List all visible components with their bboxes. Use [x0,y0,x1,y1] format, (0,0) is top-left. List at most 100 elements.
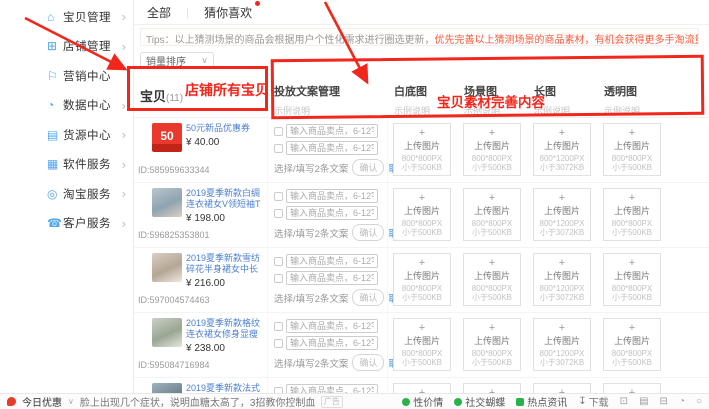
product-title-link[interactable]: 2019夏季新款法式复古连衣裙女中长款收腰显瘦 [186,383,265,393]
selling-point-input[interactable] [286,124,378,138]
upload-image-button[interactable]: + 上传图片 800*1200PX 小于3072KB [533,383,591,393]
apps-icon: ▦ [47,157,63,171]
product-title-link[interactable]: 2019夏季新款格纹连衣裙女修身显瘦小众网红 [186,318,265,340]
upload-cell: + 上传图片 800*800PX 小于500KB [458,248,528,312]
product-title-link[interactable]: 2019夏季新款雪纺碎花半身裙女中长款显瘦极白 [186,253,265,275]
upload-image-button[interactable]: + 上传图片 800*800PX 小于500KB [603,253,661,306]
upload-limit-spec: 小于500KB [612,293,652,302]
upload-limit-spec: 小于3072KB [540,163,584,172]
tips-text: Tips：以上猜测场景的商品会根据用户个性化需求进行圈选更新， [146,35,435,46]
selling-point-input[interactable] [286,141,378,155]
upload-image-button[interactable]: + 上传图片 800*1200PX 小于3072KB [533,188,591,241]
upload-image-button[interactable]: + 上传图片 800*800PX 小于500KB [463,253,521,306]
history-icon[interactable]: ◔ [679,396,685,407]
checkbox[interactable] [274,127,283,136]
upload-cell: + 上传图片 800*800PX 小于500KB [598,118,668,182]
product-thumbnail[interactable] [152,318,182,347]
product-thumbnail[interactable] [152,253,182,282]
upload-image-button[interactable]: + 上传图片 800*800PX 小于500KB [603,383,661,393]
confirm-button[interactable]: 确认 [352,224,384,241]
upload-image-button[interactable]: + 上传图片 800*1200PX 小于3072KB [533,253,591,306]
checkbox[interactable] [274,192,283,201]
sidebar: ⌂ 宝贝管理 › ⊞ 店铺管理 › ⚐ 营销中心 ◔ 数据中心 › ▤ 货源中心… [38,0,134,393]
target-icon: ◎ [47,187,63,201]
screenshot-icon[interactable]: ⊡ [620,396,628,407]
tab-all[interactable]: 全部 [147,4,171,21]
news-ticker[interactable]: 脸上出现几个症状，说明血糖太高了，3招教你控制血糖 [80,394,315,409]
selling-point-input[interactable] [286,319,378,333]
product-thumbnail[interactable] [152,188,182,217]
upload-image-button[interactable]: + 上传图片 800*800PX 小于500KB [603,318,661,371]
sidebar-item-label: 货源中心 [63,127,122,143]
checkbox[interactable] [274,274,283,283]
confirm-button[interactable]: 确认 [352,159,384,176]
upload-limit-spec: 小于500KB [402,293,442,302]
upload-size-spec: 800*800PX [402,154,442,163]
upload-image-button[interactable]: + 上传图片 800*800PX 小于500KB [393,123,451,176]
checkbox[interactable] [274,144,283,153]
checkbox[interactable] [274,257,283,266]
upload-size-spec: 800*800PX [402,284,442,293]
sidebar-item-taobao-services[interactable]: ◎ 淘宝服务 › [38,179,133,209]
apps-grid-icon[interactable]: ▤ [639,396,648,407]
upload-image-button[interactable]: + 上传图片 800*800PX 小于500KB [463,188,521,241]
minimize-icon[interactable]: ⊟ [660,396,668,407]
plus-icon: + [419,128,425,138]
bottom-bar-app[interactable]: 性价情 [402,394,443,409]
chevron-down-icon[interactable]: ∨ [68,397,74,406]
upload-image-button[interactable]: + 上传图片 800*800PX 小于500KB [393,253,451,306]
product-thumbnail[interactable]: 50 [152,123,182,152]
hot-deal-label[interactable]: 今日优惠 [22,394,62,409]
upload-limit-spec: 小于500KB [612,163,652,172]
sidebar-item-software-services[interactable]: ▦ 软件服务 › [38,150,133,180]
confirm-button[interactable]: 确认 [352,289,384,306]
upload-image-button[interactable]: + 上传图片 800*800PX 小于500KB [393,188,451,241]
upload-image-button[interactable]: + 上传图片 800*800PX 小于500KB [603,188,661,241]
upload-image-button[interactable]: + 上传图片 800*800PX 小于500KB [393,383,451,393]
bottom-bar-app[interactable]: 热点资讯 [516,394,567,409]
checkbox[interactable] [274,322,283,331]
upload-label: 上传图片 [614,269,650,282]
selling-point-row [274,336,387,350]
copy-hint: 选择/填写2条文案 [274,161,348,175]
upload-cell: + 上传图片 800*800PX 小于500KB [598,313,668,377]
upload-image-button[interactable]: + 上传图片 800*800PX 小于500KB [603,123,661,176]
sort-dropdown[interactable]: 销量排序 ∨ [140,52,214,69]
example-link[interactable]: 示例说明 [274,104,388,117]
circle-icon[interactable]: ○ [696,396,702,407]
download-button[interactable]: ↧ 下载 [578,394,608,409]
checkbox[interactable] [274,339,283,348]
upload-image-button[interactable]: + 上传图片 800*800PX 小于500KB [393,318,451,371]
product-title-link[interactable]: 50元新品优惠券 [186,123,250,134]
product-title-link[interactable]: 2019夏季新款白绸连衣裙女V领短袖T恤中长款 [186,188,265,210]
upload-image-button[interactable]: + 上传图片 800*800PX 小于500KB [463,123,521,176]
chevron-right-icon: › [122,186,126,201]
upload-image-button[interactable]: + 上传图片 800*800PX 小于500KB [463,383,521,393]
upload-image-button[interactable]: + 上传图片 800*1200PX 小于3072KB [533,318,591,371]
product-thumbnail[interactable] [152,383,182,393]
selling-point-input[interactable] [286,336,378,350]
sidebar-item-marketing-center[interactable]: ⚐ 营销中心 [38,61,133,91]
upload-image-button[interactable]: + 上传图片 800*1200PX 小于3072KB [533,123,591,176]
bottom-bar-app[interactable]: 社交蝴蝶 [454,394,505,409]
selling-point-input[interactable] [286,271,378,285]
sidebar-item-customer-services[interactable]: ☎ 客户服务 › [38,209,133,239]
checkbox[interactable] [274,209,283,218]
selling-point-input[interactable] [286,384,378,393]
upload-size-spec: 800*800PX [612,219,652,228]
selling-point-input[interactable] [286,206,378,220]
sidebar-item-product-management[interactable]: ⌂ 宝贝管理 › [38,2,133,32]
sidebar-item-data-center[interactable]: ◔ 数据中心 › [38,91,133,121]
upload-limit-spec: 小于500KB [472,228,512,237]
confirm-button[interactable]: 确认 [352,354,384,371]
tab-guess-you-like[interactable]: 猜你喜欢 [204,4,252,21]
upload-label: 上传图片 [544,269,580,282]
upload-limit-spec: 小于500KB [472,358,512,367]
sidebar-item-supply-center[interactable]: ▤ 货源中心 › [38,120,133,150]
plus-icon: + [559,323,565,333]
example-link[interactable]: 示例说明 [604,104,668,117]
upload-image-button[interactable]: + 上传图片 800*800PX 小于500KB [463,318,521,371]
selling-point-input[interactable] [286,254,378,268]
sidebar-item-shop-management[interactable]: ⊞ 店铺管理 › [38,32,133,62]
selling-point-input[interactable] [286,189,378,203]
